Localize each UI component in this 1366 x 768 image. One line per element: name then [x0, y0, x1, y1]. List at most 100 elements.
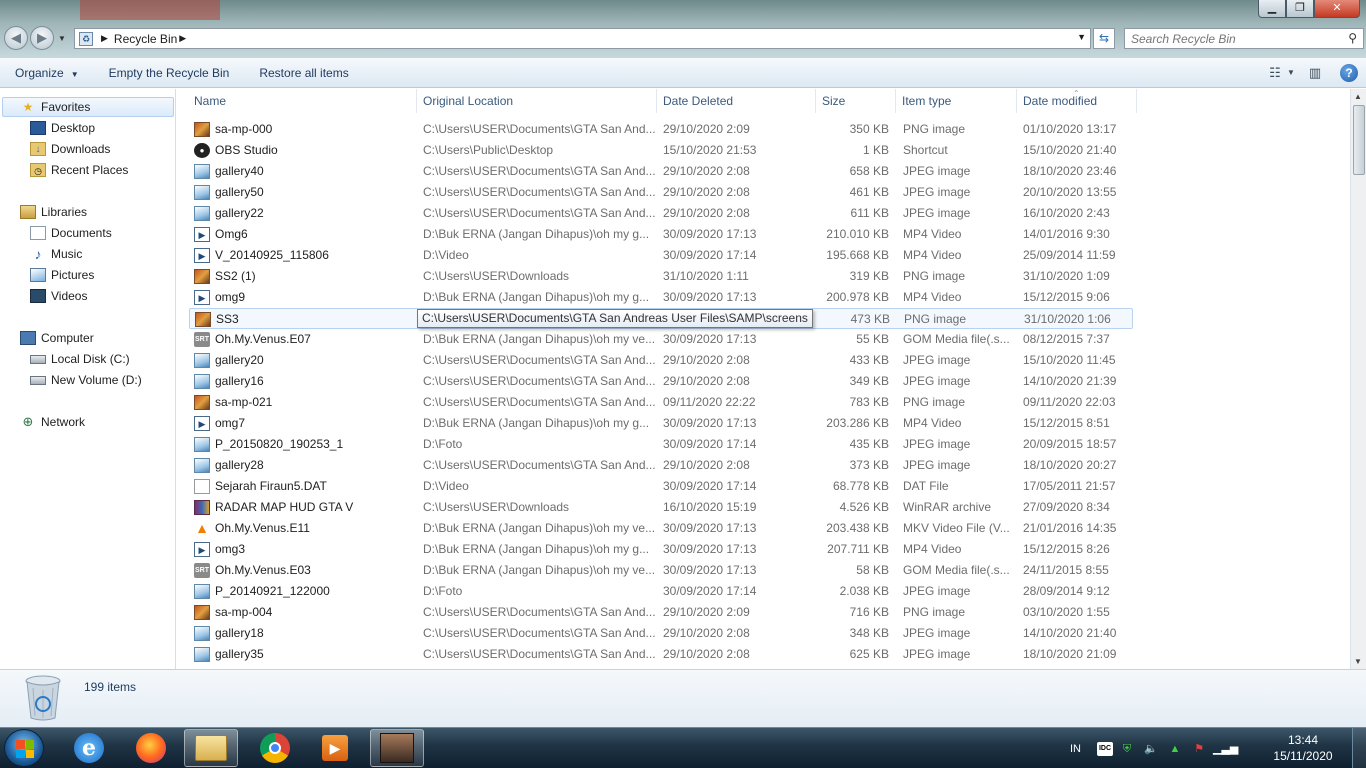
nav-videos[interactable]: Videos: [30, 286, 87, 306]
jpg-file-icon: [194, 584, 210, 599]
nav-network[interactable]: ⊕ Network: [20, 412, 85, 432]
search-box[interactable]: ⚲: [1124, 28, 1364, 49]
nav-favorites[interactable]: ★ Favorites: [2, 97, 174, 117]
vertical-scrollbar[interactable]: ▲ ▼: [1350, 89, 1366, 669]
network-signal-icon[interactable]: ▁▃▅: [1213, 740, 1238, 758]
preview-pane-icon[interactable]: ▥: [1304, 63, 1326, 83]
file-size: 350 KB: [849, 122, 889, 136]
nav-new-volume-d[interactable]: New Volume (D:): [30, 370, 142, 390]
nav-computer[interactable]: Computer: [20, 328, 94, 348]
breadcrumb-recycle-bin[interactable]: Recycle Bin: [114, 32, 177, 46]
internet-explorer-icon: e: [74, 733, 104, 763]
table-row[interactable]: gallery40 C:\Users\USER\Documents\GTA San…: [189, 161, 1133, 182]
view-dropdown-icon[interactable]: ▼: [1286, 63, 1296, 83]
minimize-button[interactable]: ▁: [1258, 0, 1286, 18]
column-header-date-deleted[interactable]: Date Deleted: [657, 89, 816, 113]
recycle-bin-small-icon: ♻: [79, 31, 93, 46]
file-name: sa-mp-021: [215, 395, 273, 409]
table-row[interactable]: ▲ Oh.My.Venus.E11 D:\Buk ERNA (Jangan Diha…: [189, 518, 1133, 539]
column-header-item-type[interactable]: Item type: [896, 89, 1017, 113]
original-location: C:\Users\USER\Documents\GTA San And...: [423, 206, 656, 220]
nav-documents[interactable]: Documents: [30, 223, 112, 243]
table-row[interactable]: gallery16 C:\Users\USER\Documents\GTA San…: [189, 371, 1133, 392]
nav-downloads[interactable]: ↓ Downloads: [30, 139, 110, 159]
table-row[interactable]: sa-mp-004 C:\Users\USER\Documents\GTA San…: [189, 602, 1133, 623]
gom-tray-icon[interactable]: IDC: [1097, 741, 1113, 756]
table-row[interactable]: gallery18 C:\Users\USER\Documents\GTA San…: [189, 623, 1133, 644]
nav-local-disk-c[interactable]: Local Disk (C:): [30, 349, 130, 369]
table-row[interactable]: gallery28 C:\Users\USER\Documents\GTA San…: [189, 455, 1133, 476]
search-icon[interactable]: ⚲: [1348, 31, 1357, 45]
action-center-flag-icon[interactable]: ⚑: [1189, 740, 1209, 758]
table-row[interactable]: ● OBS Studio C:\Users\Public\Desktop 15/10/…: [189, 140, 1133, 161]
taskbar-firefox[interactable]: [124, 729, 178, 767]
table-row[interactable]: Sejarah Firaun5.DAT D:\Video 30/09/2020 17…: [189, 476, 1133, 497]
taskbar-chrome[interactable]: [248, 729, 302, 767]
table-row[interactable]: gallery35 C:\Users\USER\Documents\GTA San…: [189, 644, 1133, 665]
restore-all-items-button[interactable]: Restore all items: [244, 58, 363, 88]
start-button[interactable]: [4, 729, 44, 767]
help-icon[interactable]: ?: [1340, 64, 1358, 82]
navigation-buttons: ◀ ▶ ▼: [4, 26, 66, 50]
nav-desktop[interactable]: Desktop: [30, 118, 95, 138]
breadcrumb-chevron-icon[interactable]: ▶: [179, 33, 186, 44]
back-button[interactable]: ◀: [4, 26, 28, 50]
column-header-original-location[interactable]: Original Location: [417, 89, 657, 113]
organize-menu[interactable]: Organize ▼: [0, 58, 94, 88]
recent-pages-dropdown-icon[interactable]: ▼: [58, 34, 66, 43]
table-row[interactable]: sa-mp-000 C:\Users\USER\Documents\GTA San…: [189, 119, 1133, 140]
table-row[interactable]: P_20140921_122000 D:\Foto 30/09/2020 17:14…: [189, 581, 1133, 602]
nav-label: Downloads: [51, 142, 111, 156]
clock[interactable]: 13:44 15/11/2020: [1270, 732, 1336, 764]
file-size: 349 KB: [849, 374, 889, 388]
column-header-size[interactable]: Size: [816, 89, 896, 113]
maximize-button[interactable]: ❐: [1286, 0, 1314, 18]
language-indicator[interactable]: IN: [1070, 743, 1081, 755]
table-row[interactable]: SRT Oh.My.Venus.E07 D:\Buk ERNA (Jangan Di…: [189, 329, 1133, 350]
table-row[interactable]: sa-mp-021 C:\Users\USER\Documents\GTA San…: [189, 392, 1133, 413]
table-row[interactable]: gallery20 C:\Users\USER\Documents\GTA San…: [189, 350, 1133, 371]
forward-button[interactable]: ▶: [30, 26, 54, 50]
taskbar: e ▶ IN IDC ⛨ 🔈 ▲ ⚑ ▁▃▅ 13:44 15/11/2020: [0, 727, 1366, 768]
nav-music[interactable]: ♪ Music: [30, 244, 83, 264]
volume-icon[interactable]: 🔈: [1141, 740, 1161, 758]
table-row[interactable]: SRT Oh.My.Venus.E03 D:\Buk ERNA (Jangan Di…: [189, 560, 1133, 581]
search-input[interactable]: [1125, 29, 1335, 48]
column-header-name[interactable]: Name: [188, 89, 417, 113]
nvidia-tray-icon[interactable]: ▲: [1165, 740, 1185, 758]
table-row[interactable]: ▶ omg3 D:\Buk ERNA (Jangan Dihapus)\oh my …: [189, 539, 1133, 560]
table-row[interactable]: ▶ omg7 D:\Buk ERNA (Jangan Dihapus)\oh my …: [189, 413, 1133, 434]
table-row[interactable]: P_20150820_190253_1 D:\Foto 30/09/2020 17:…: [189, 434, 1133, 455]
taskbar-gta-san-andreas[interactable]: [370, 729, 424, 767]
security-tray-icon[interactable]: ⛨: [1117, 740, 1137, 758]
file-name: gallery18: [215, 626, 264, 640]
taskbar-internet-explorer[interactable]: e: [62, 729, 116, 767]
png-file-icon: [194, 269, 210, 284]
show-desktop-button[interactable]: [1352, 728, 1366, 768]
file-size: 68.778 KB: [832, 479, 889, 493]
close-button[interactable]: ✕: [1314, 0, 1360, 18]
date-deleted: 30/09/2020 17:13: [663, 542, 757, 556]
scroll-thumb[interactable]: [1353, 105, 1365, 175]
table-row[interactable]: ▶ V_20140925_115806 D:\Video 30/09/2020 17:…: [189, 245, 1133, 266]
table-row[interactable]: SS2 (1) C:\Users\USER\Downloads 31/10/2020…: [189, 266, 1133, 287]
refresh-button[interactable]: ⇆: [1093, 28, 1115, 49]
table-row[interactable]: ▶ omg9 D:\Buk ERNA (Jangan Dihapus)\oh my …: [189, 287, 1133, 308]
nav-recent-places[interactable]: ◷ Recent Places: [30, 160, 128, 180]
empty-recycle-bin-button[interactable]: Empty the Recycle Bin: [94, 58, 245, 88]
table-row[interactable]: ▶ Omg6 D:\Buk ERNA (Jangan Dihapus)\oh my …: [189, 224, 1133, 245]
table-row[interactable]: gallery50 C:\Users\USER\Documents\GTA San…: [189, 182, 1133, 203]
nav-pictures[interactable]: Pictures: [30, 265, 94, 285]
table-row[interactable]: RADAR MAP HUD GTA V C:\Users\USER\Downloa…: [189, 497, 1133, 518]
scroll-down-icon[interactable]: ▼: [1354, 657, 1362, 666]
taskbar-media-player[interactable]: ▶: [308, 729, 362, 767]
address-bar[interactable]: ♻ ▶ Recycle Bin ▶ ▼: [74, 28, 1091, 49]
change-view-icon[interactable]: ☷: [1264, 63, 1286, 83]
breadcrumb-chevron-icon[interactable]: ▶: [101, 33, 108, 44]
address-dropdown-icon[interactable]: ▼: [1077, 32, 1086, 42]
nav-libraries[interactable]: Libraries: [20, 202, 87, 222]
table-row[interactable]: gallery22 C:\Users\USER\Documents\GTA San…: [189, 203, 1133, 224]
taskbar-windows-explorer[interactable]: [184, 729, 238, 767]
file-size: 207.711 KB: [827, 542, 889, 556]
scroll-up-icon[interactable]: ▲: [1354, 92, 1362, 101]
